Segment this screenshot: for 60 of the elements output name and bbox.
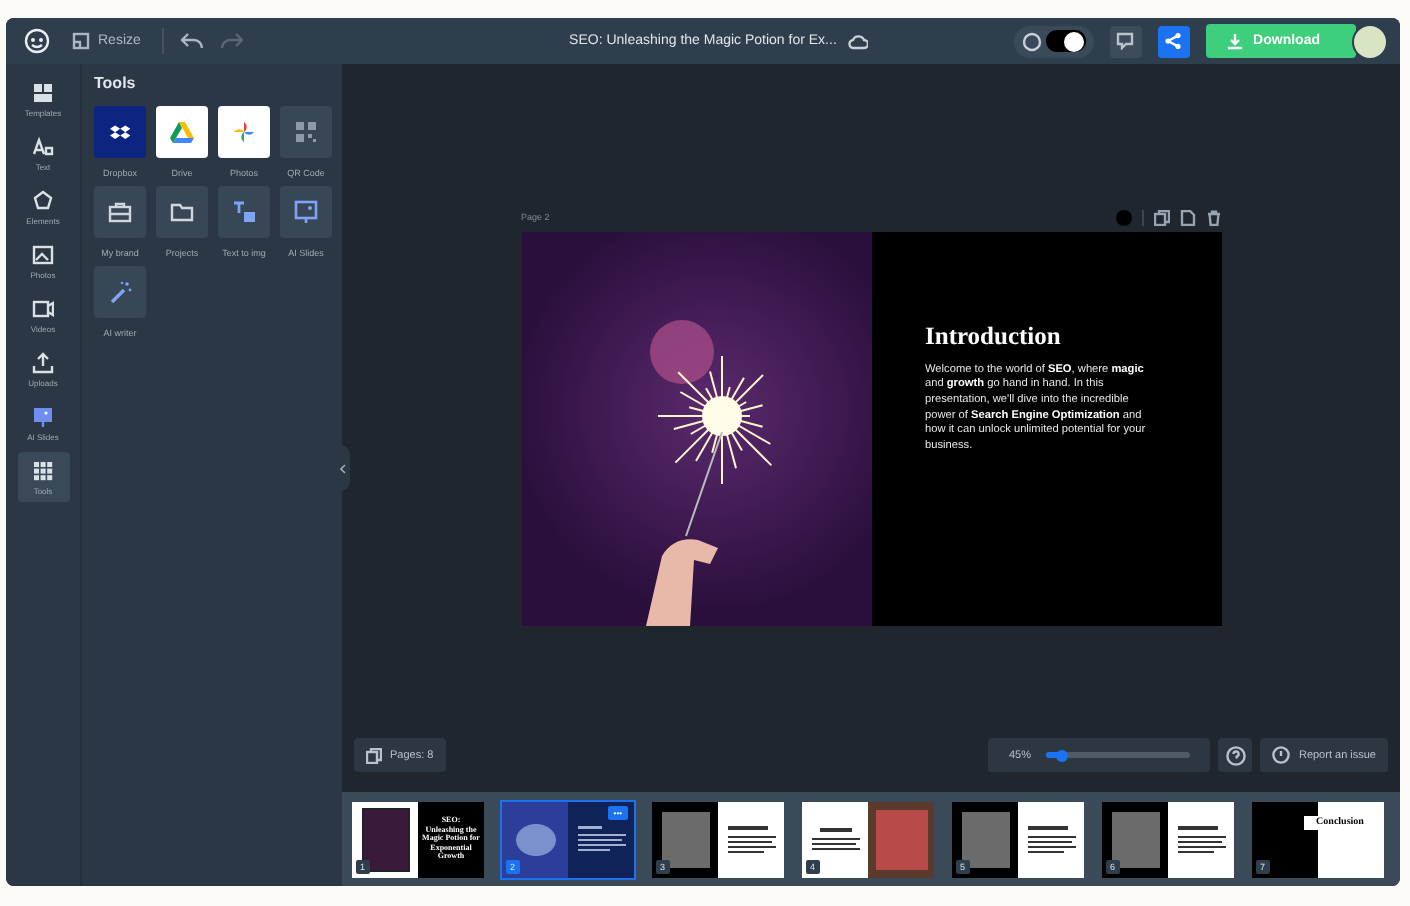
text-lines-icon [577,825,625,853]
presentation-icon [32,406,54,428]
photo-placeholder [875,809,927,869]
copy-icon[interactable] [1153,209,1169,225]
video-camera-icon [32,298,54,320]
color-swatch[interactable] [1115,209,1131,225]
tool-tile[interactable] [94,266,146,318]
folder-icon [170,200,194,224]
theme-toggle[interactable] [1013,25,1094,57]
tool-tile[interactable] [94,186,146,238]
tool-tile[interactable] [94,106,146,158]
upload-icon [32,352,54,374]
tool-tile[interactable] [280,186,332,238]
grid-icon [32,460,54,482]
grid-icon [32,82,54,104]
smiley-logo-icon [24,28,50,54]
help-icon [1225,745,1246,765]
tool-tile[interactable] [218,186,270,238]
text-lines-icon [727,825,775,853]
resize-icon [72,32,90,50]
qr-code-icon [294,120,318,144]
shapes-icon [32,190,54,212]
presentation-icon [294,200,318,224]
text-icon [32,136,54,158]
share-icon [1164,32,1183,50]
tool-tile[interactable] [280,106,332,158]
magic-wand-icon [108,280,132,304]
tool-tile[interactable] [156,106,208,158]
slide[interactable] [521,231,1221,625]
tool-tile[interactable] [156,186,208,238]
box-icon [108,120,132,144]
photo-placeholder [961,811,1009,867]
photo-placeholder [361,807,409,871]
avatar[interactable] [1352,23,1388,59]
slide-heading: Introduction [925,321,1063,351]
info-icon [1272,746,1291,764]
text-lines-icon [1177,825,1225,853]
undo-icon[interactable] [180,31,205,51]
pages-icon [366,747,382,763]
text-lines-icon [811,828,859,850]
photo-placeholder [1111,811,1159,867]
text-lines-icon [1027,825,1075,853]
image-icon [32,244,54,266]
tool-tile[interactable] [218,106,270,158]
trash-icon[interactable] [1205,209,1221,225]
download-icon [1225,32,1244,50]
comment-icon [1116,32,1135,50]
photo-placeholder [661,811,709,867]
photo-placeholder [515,823,555,855]
cloud-icon [848,33,869,49]
help-button[interactable] [1218,738,1253,772]
triangle-logo-icon [170,120,194,144]
panel-heading: Tools [94,74,138,92]
text-to-image-icon [232,200,256,224]
comment-button[interactable] [1109,25,1142,57]
zoom-slider[interactable] [1046,752,1191,758]
briefcase-icon [108,200,132,224]
share-button[interactable] [1157,25,1190,57]
pinwheel-icon [232,120,256,144]
add-page-icon[interactable] [1179,209,1195,225]
